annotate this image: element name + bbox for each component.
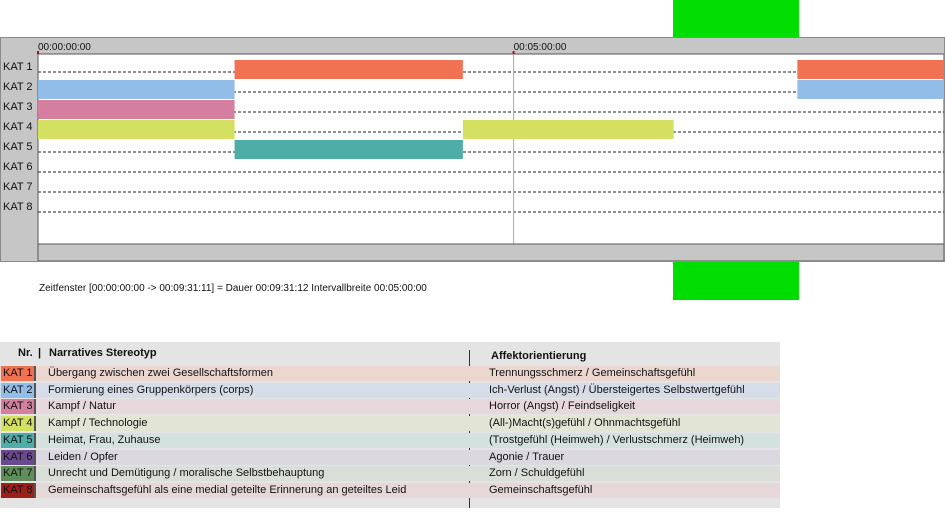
legend-code-swatch: KAT 8: [1, 482, 36, 498]
segment-bar: [797, 80, 944, 99]
legend-row: KAT 2 Formierung eines Gruppenkörpers (co…: [0, 382, 780, 398]
green-marker-bottom: [673, 262, 799, 300]
legend-affect-text: Zorn / Schuldgefühl: [489, 467, 585, 480]
legend-row: KAT 6 Leiden / Opfer Agonie / Trauer: [0, 449, 780, 465]
legend-affect-text: Ich-Verlust (Angst) / Übersteigertes Sel…: [489, 383, 745, 396]
legend-affect-text: (All-)Macht(s)gefühl / Ohnmachtsgefühl: [489, 417, 681, 430]
timeline-footer: Zeitfenster [00:00:00:00 -> 00:09:31:11]…: [39, 283, 427, 294]
legend-row: KAT 5 Heimat, Frau, Zuhause (Trostgefühl (…: [0, 432, 780, 448]
legend-stereotype-text: Leiden / Opfer: [48, 450, 118, 463]
time-tick-label: 00:00:00:00: [38, 42, 91, 53]
legend-stereotype-text: Gemeinschaftsgefühl als eine medial gete…: [48, 483, 407, 496]
legend-row: KAT 3 Kampf / Natur Horror (Angst) / Feind…: [0, 399, 780, 415]
legend-code-swatch: KAT 4: [1, 416, 36, 432]
category-label: KAT 8: [3, 201, 33, 213]
legend-affect-text: Agonie / Trauer: [489, 450, 565, 463]
category-label: KAT 4: [3, 121, 33, 133]
legend-code-swatch: KAT 7: [1, 466, 36, 482]
legend-stereotype-text: Heimat, Frau, Zuhause: [48, 433, 161, 446]
legend-row: KAT 7 Unrecht und Demütigung / moralische…: [0, 466, 780, 482]
segment-bar: [38, 100, 235, 119]
segment-bar: [797, 60, 944, 79]
legend-row: KAT 8 Gemeinschaftsgefühl als eine medial…: [0, 482, 780, 498]
legend-stereotype-text: Kampf / Natur: [48, 400, 116, 413]
legend-affect-text: Trennungsschmerz / Gemeinschaftsgefühl: [489, 367, 696, 379]
legend-header-nr: Nr.: [18, 347, 33, 359]
category-legend: Nr. | Narratives Stereotyp Affektorienti…: [0, 342, 780, 508]
legend-affect-text: Horror (Angst) / Feindseligkeit: [489, 400, 636, 413]
legend-row: KAT 4 Kampf / Technologie (All-)Macht(s)ge…: [0, 416, 780, 432]
segment-bar: [462, 120, 674, 139]
legend-code-swatch: KAT 1: [1, 366, 36, 381]
footer-strip: [37, 243, 944, 261]
legend-code-swatch: KAT 6: [1, 449, 36, 465]
time-tick-label: 00:05:00:00: [514, 42, 567, 53]
legend-header-nr-sep: |: [38, 347, 42, 359]
legend-affect-text: Gemeinschaftsgefühl: [489, 483, 593, 496]
timeline-panel: 00:00:00:00 00:05:00:00 KAT 1 KAT 2 KAT 3 KAT…: [0, 37, 945, 294]
category-label: KAT 1: [3, 61, 33, 73]
timeline-chart: 00:00:00:00 00:05:00:00 KAT 1 KAT 2 KAT 3 KAT…: [3, 42, 944, 261]
legend-code-swatch: KAT 5: [1, 432, 36, 448]
legend-stereotype-text: Kampf / Technologie: [48, 417, 148, 430]
legend-code-swatch: KAT 2: [1, 382, 36, 398]
category-label: KAT 6: [3, 161, 33, 173]
category-label: KAT 5: [3, 141, 33, 153]
category-label: KAT 3: [3, 101, 33, 113]
segment-bar: [38, 120, 235, 139]
green-marker-top: [673, 0, 799, 37]
legend-header-affect: Affektorientierung: [491, 350, 587, 362]
legend-stereotype-text: Unrecht und Demütigung / moralische Selb…: [48, 467, 325, 480]
legend-row: KAT 1 Übergang zwischen zwei Gesellschaft…: [0, 366, 780, 381]
legend-code-swatch: KAT 3: [1, 399, 36, 415]
category-label: KAT 7: [3, 181, 33, 193]
legend-row-band: [0, 399, 780, 415]
legend-stereotype-text: Übergang zwischen zwei Gesellschaftsform…: [48, 367, 273, 379]
legend-header-stereotype: Narratives Stereotyp: [49, 347, 157, 359]
legend-affect-text: (Trostgefühl (Heimweh) / Verlustschmerz …: [489, 433, 745, 446]
category-label: KAT 2: [3, 81, 33, 93]
segment-bar: [38, 80, 235, 99]
segment-bar: [234, 140, 463, 159]
legend-stereotype-text: Formierung eines Gruppenkörpers (corps): [48, 383, 254, 396]
segment-bar: [234, 60, 463, 79]
